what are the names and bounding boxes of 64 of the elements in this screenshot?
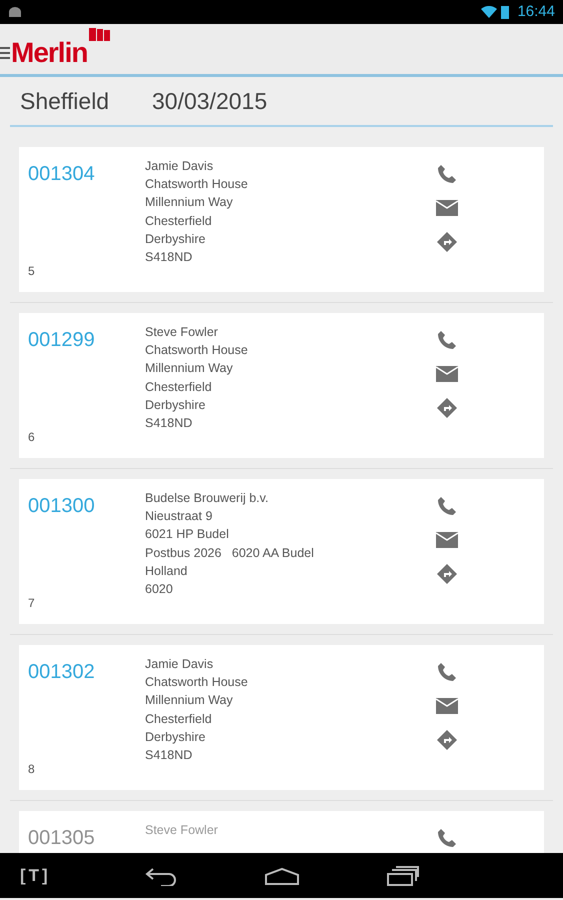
address-line: Jamie Davis [145,158,214,175]
email-icon[interactable] [436,532,458,548]
address-line: Postbus 2026 6020 AA Budel [145,544,315,562]
address-line: S418ND [145,747,194,764]
location-label: Sheffield [20,86,110,116]
sequence-number: 7 [28,595,36,612]
email-icon[interactable] [436,200,458,216]
address-line: Chesterfield [145,378,213,396]
address-line: S418ND [145,249,194,266]
sequence-number: 5 [28,263,36,280]
address-line: Derbyshire [145,728,206,746]
address-line: Chesterfield [145,212,213,230]
job-card[interactable]: 001300 7 Budelse Brouwerij b.v. Nieustraat 9 6021 HP Budel Postbus 2026 6020 AA Budel Holland 6020 [19,479,544,624]
directions-icon[interactable] [437,398,457,418]
job-number: 001304 [28,162,96,187]
recent-apps-icon[interactable] [387,866,419,886]
address-line: 6020 [145,581,174,598]
email-icon[interactable] [436,698,458,714]
job-number: 001299 [28,328,96,353]
address-line: Millennium Way [145,360,234,378]
address-line: Millennium Way [145,194,234,212]
directions-icon[interactable] [437,730,457,750]
address-line: Chatsworth House [145,342,249,360]
address-line: Chatsworth House [145,176,249,194]
address-line: S418ND [145,415,194,432]
logo-text: Merlin [11,36,88,70]
address-line: Millennium Way [145,692,234,710]
address-line: Holland [145,562,188,580]
job-card[interactable]: 001302 8 Jamie Davis Chatsworth House Millennium Way Chesterfield Derbyshire S418ND [19,645,544,790]
address-line: Steve Fowler [145,822,219,839]
address-line: Chatsworth House [145,674,249,692]
date-label: 30/03/2015 [152,86,268,116]
app-shortcut[interactable]: [T] [20,862,120,888]
menu-icon[interactable] [0,46,10,60]
battery-icon [501,5,510,19]
home-icon[interactable] [265,866,299,884]
job-card[interactable]: 001299 6 Steve Fowler Chatsworth House Millennium Way Chesterfield Derbyshire S418ND [19,313,544,458]
android-icon [8,6,22,18]
phone-icon[interactable] [437,496,457,516]
phone-icon[interactable] [437,164,457,184]
address-line: Nieustraat 9 [145,508,214,526]
job-number: 001305 [28,826,96,851]
clock-time: 16:44 [517,2,555,22]
job-number: 001302 [28,660,96,685]
logo-bars-icon [89,28,112,42]
phone-icon[interactable] [437,662,457,682]
directions-icon[interactable] [437,564,457,584]
address-line: Derbyshire [145,396,206,414]
address-line: Steve Fowler [145,324,219,341]
phone-icon[interactable] [437,828,457,848]
wifi-icon [481,6,498,18]
job-card[interactable]: 001304 5 Jamie Davis Chatsworth House Millennium Way Chesterfield Derbyshire S418ND [19,147,544,292]
sequence-number: 6 [28,429,36,446]
directions-icon[interactable] [437,232,457,252]
address-line: Jamie Davis [145,656,214,673]
sequence-number: 8 [28,761,36,778]
email-icon[interactable] [436,366,458,382]
address-line: Derbyshire [145,230,206,248]
address-line: 6021 HP Budel [145,526,230,544]
address-line: Chesterfield [145,710,213,728]
phone-icon[interactable] [437,330,457,350]
address-line: Budelse Brouwerij b.v. [145,490,270,507]
job-number: 001300 [28,494,96,519]
back-icon[interactable] [145,866,177,886]
